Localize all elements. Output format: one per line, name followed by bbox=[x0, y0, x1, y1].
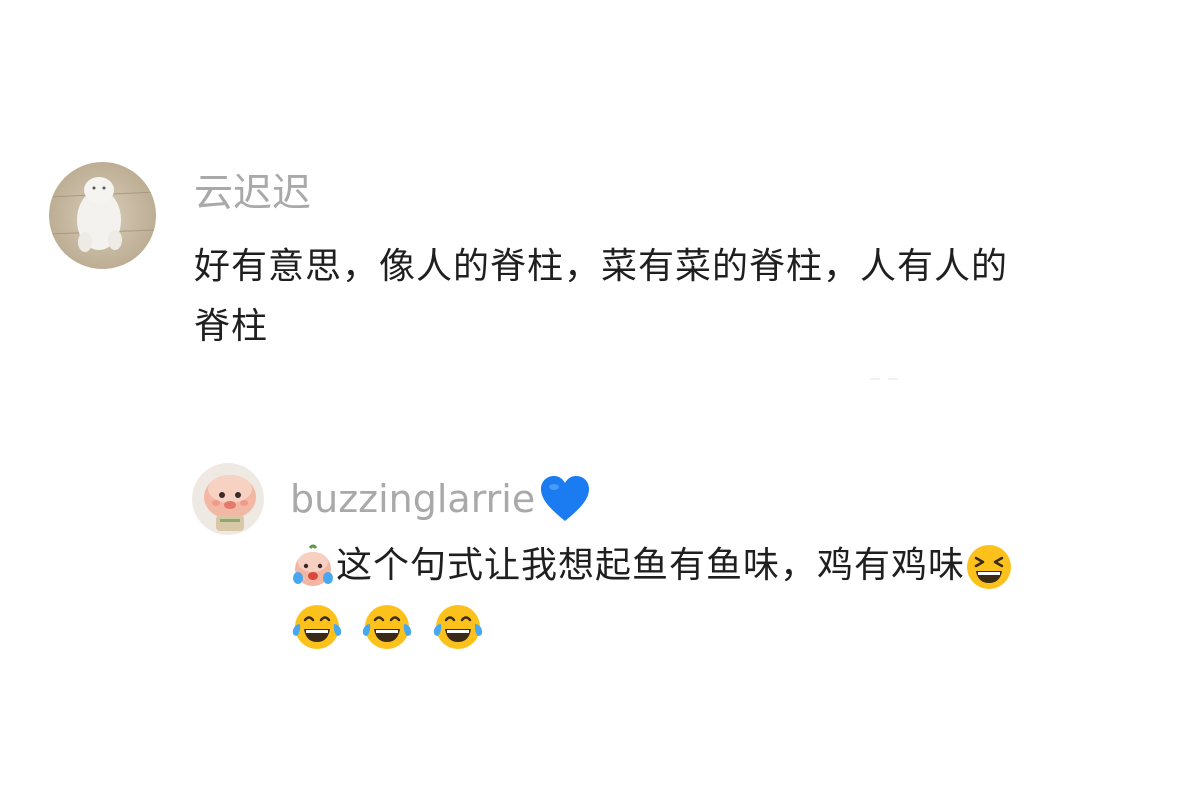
crying-doll-emoji bbox=[290, 544, 336, 590]
reply-username-row[interactable]: buzzinglarrie bbox=[290, 475, 591, 523]
reply-text-line: 这个句式让我想起鱼有鱼味，鸡有鸡味 bbox=[290, 536, 1130, 596]
tears-of-joy-emoji bbox=[431, 602, 485, 652]
tears-of-joy-emoji bbox=[360, 602, 414, 652]
reply-text: 这个句式让我想起鱼有鱼味，鸡有鸡味 bbox=[290, 536, 1130, 656]
reply-text-content: 这个句式让我想起鱼有鱼味，鸡有鸡味 bbox=[336, 545, 966, 586]
doll-avatar[interactable] bbox=[192, 463, 264, 535]
blue-heart-icon bbox=[539, 475, 591, 523]
grinning-squint-emoji bbox=[965, 543, 1013, 591]
comment-text: 好有意思，像人的脊柱，菜有菜的脊柱，人有人的 脊柱 bbox=[194, 237, 1134, 357]
puppy-avatar[interactable] bbox=[49, 162, 156, 269]
reply-emoji-line bbox=[290, 596, 1130, 656]
comment-username[interactable]: 云迟迟 bbox=[194, 174, 311, 213]
comment-text-line: 好有意思，像人的脊柱，菜有菜的脊柱，人有人的 bbox=[194, 246, 1009, 287]
tears-of-joy-emoji bbox=[290, 602, 344, 652]
comment-text-line: 脊柱 bbox=[194, 306, 269, 347]
divider bbox=[870, 378, 898, 380]
reply-username[interactable]: buzzinglarrie bbox=[290, 480, 535, 518]
